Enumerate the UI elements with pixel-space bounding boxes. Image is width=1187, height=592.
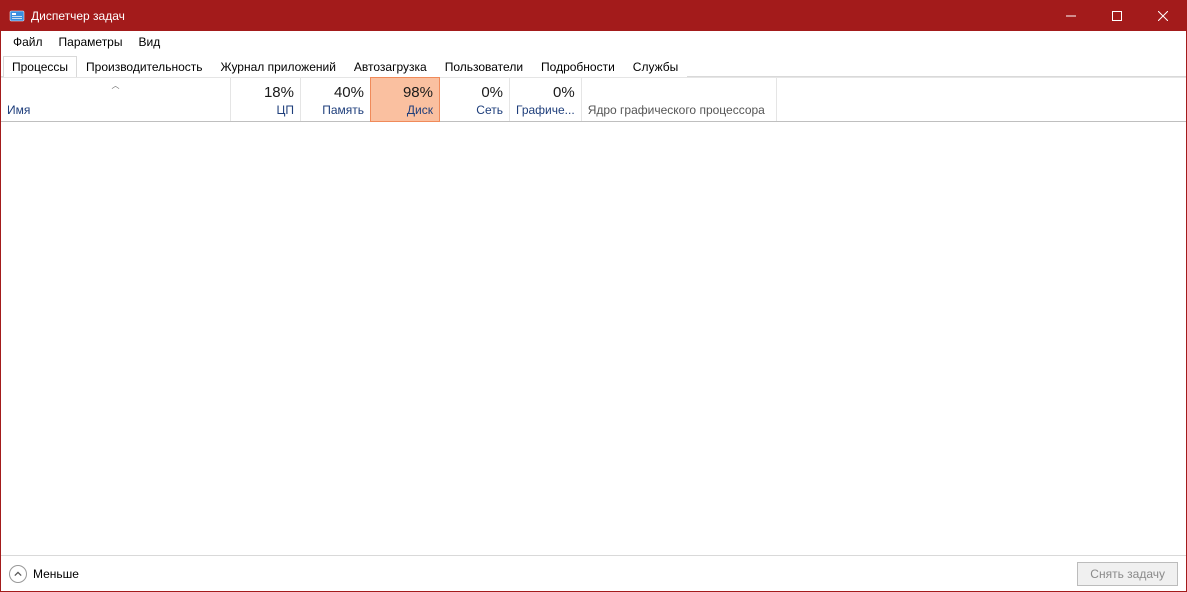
column-memory[interactable]: 40% Память: [301, 78, 371, 121]
column-name-label: Имя: [7, 103, 224, 117]
task-manager-window: Диспетчер задач Файл Параметры Вид Проце…: [0, 0, 1187, 592]
column-cpu[interactable]: 18% ЦП: [231, 78, 301, 121]
column-gpu[interactable]: 0% Графиче...: [510, 78, 582, 121]
cpu-label: ЦП: [237, 103, 294, 117]
memory-label: Память: [307, 103, 364, 117]
menu-file[interactable]: Файл: [5, 33, 51, 51]
maximize-button[interactable]: [1094, 1, 1140, 31]
titlebar[interactable]: Диспетчер задач: [1, 1, 1186, 31]
fewer-details-label: Меньше: [33, 567, 79, 581]
disk-label: Диск: [377, 103, 433, 117]
tabbar: Процессы Производительность Журнал прило…: [1, 53, 1186, 77]
gpu-label: Графиче...: [516, 103, 575, 117]
column-headers: ︿ Имя 18% ЦП 40% Память 98% Диск 0% Сеть…: [1, 78, 1186, 122]
tab-apphistory[interactable]: Журнал приложений: [212, 56, 345, 77]
tab-processes[interactable]: Процессы: [3, 56, 77, 77]
tab-startup[interactable]: Автозагрузка: [345, 56, 436, 77]
column-gpu-engine[interactable]: Ядро графического процессора: [582, 78, 777, 121]
app-icon: [9, 8, 25, 24]
menubar: Файл Параметры Вид: [1, 31, 1186, 53]
fewer-details-button[interactable]: Меньше: [9, 565, 79, 583]
tab-services[interactable]: Службы: [624, 56, 687, 77]
chevron-up-icon: [9, 565, 27, 583]
column-network[interactable]: 0% Сеть: [440, 78, 510, 121]
end-task-button[interactable]: Снять задачу: [1077, 562, 1178, 586]
gpu-percent: 0%: [516, 84, 575, 101]
gpu-engine-spacer: [588, 89, 770, 103]
process-list[interactable]: [1, 122, 1186, 555]
menu-view[interactable]: Вид: [130, 33, 168, 51]
column-name[interactable]: ︿ Имя: [1, 78, 231, 121]
sort-indicator-icon: ︿: [112, 80, 120, 91]
network-percent: 0%: [446, 84, 503, 101]
close-button[interactable]: [1140, 1, 1186, 31]
column-header-area: ︿ Имя 18% ЦП 40% Память 98% Диск 0% Сеть…: [1, 77, 1186, 122]
window-title: Диспетчер задач: [31, 9, 125, 23]
memory-percent: 40%: [307, 84, 364, 101]
tab-users[interactable]: Пользователи: [436, 56, 532, 77]
network-label: Сеть: [446, 103, 503, 117]
gpu-engine-label: Ядро графического процессора: [588, 103, 770, 117]
minimize-button[interactable]: [1048, 1, 1094, 31]
tab-performance[interactable]: Производительность: [77, 56, 211, 77]
cpu-percent: 18%: [237, 84, 294, 101]
menu-options[interactable]: Параметры: [51, 33, 131, 51]
disk-percent: 98%: [377, 84, 433, 101]
column-disk[interactable]: 98% Диск: [370, 77, 440, 122]
tab-details[interactable]: Подробности: [532, 56, 624, 77]
footer: Меньше Снять задачу: [1, 555, 1186, 591]
